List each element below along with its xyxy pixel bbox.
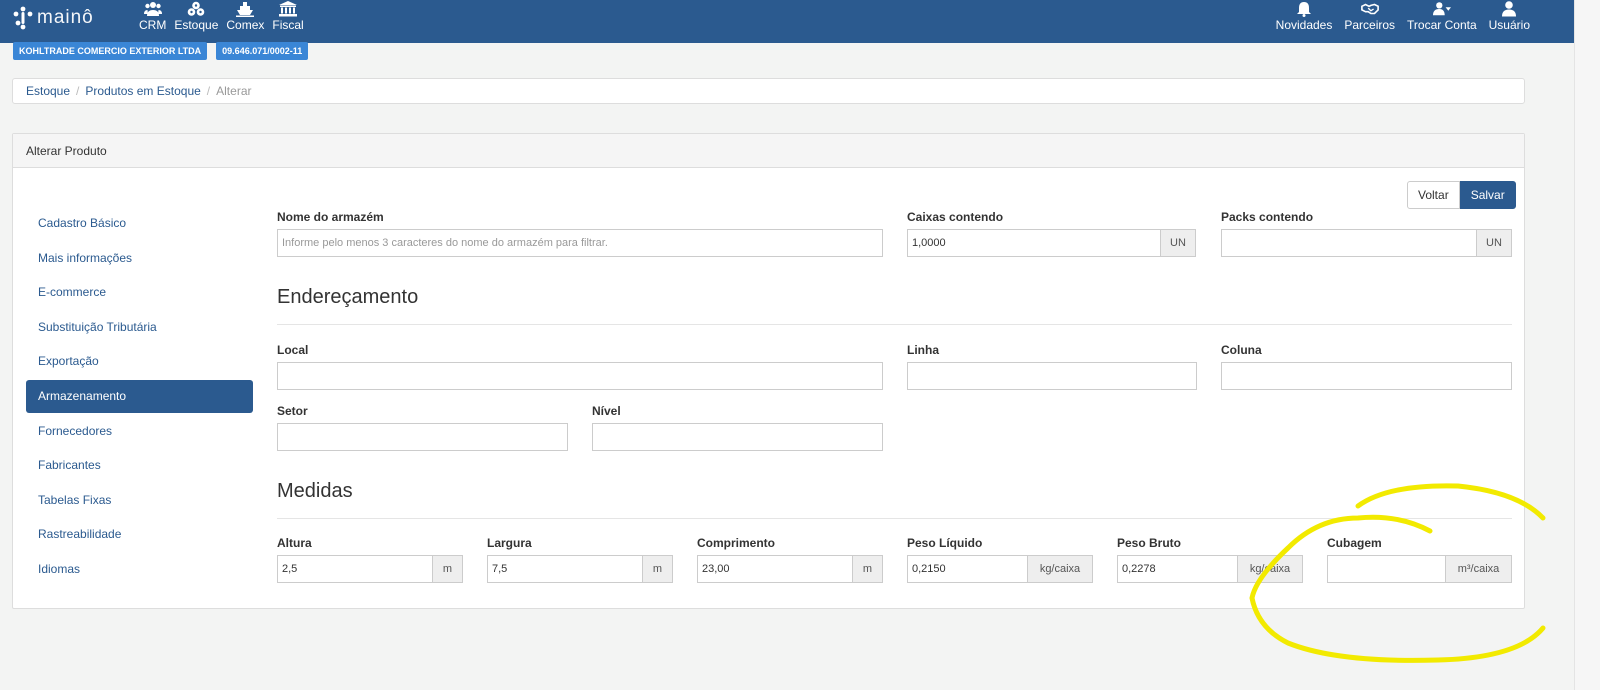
company-badges: KOHLTRADE COMERCIO EXTERIOR LTDA 09.646.… xyxy=(13,42,309,60)
nav-parceiros[interactable]: Parceiros xyxy=(1338,0,1401,43)
sidenav-item-rastreabilidade[interactable]: Rastreabilidade xyxy=(26,517,253,552)
peso-liquido-label: Peso Líquido xyxy=(907,536,983,550)
main-nav: CRM Estoque Comex Fiscal xyxy=(135,0,308,43)
local-label: Local xyxy=(277,343,309,357)
handshake-icon xyxy=(1360,3,1379,15)
breadcrumb: Estoque / Produtos em Estoque / Alterar xyxy=(12,78,1525,104)
breadcrumb-separator: / xyxy=(206,84,211,98)
sidenav-item-tabelas-fixas[interactable]: Tabelas Fixas xyxy=(26,483,253,518)
company-cnpj-badge[interactable]: 09.646.071/0002-11 xyxy=(216,42,309,60)
peso-liquido-unit: kg/caixa xyxy=(1027,555,1093,583)
company-name-badge[interactable]: KOHLTRADE COMERCIO EXTERIOR LTDA xyxy=(13,42,208,60)
sidenav-item-ecommerce[interactable]: E-commerce xyxy=(26,275,253,310)
user-nav: Novidades Parceiros Trocar Conta Usuário xyxy=(1270,0,1536,43)
peso-liquido-input[interactable]: 0,2150 xyxy=(907,555,1028,583)
breadcrumb-estoque[interactable]: Estoque xyxy=(26,84,70,98)
nav-novidades[interactable]: Novidades xyxy=(1270,0,1339,43)
section-divider xyxy=(277,518,1512,519)
panel-title: Alterar Produto xyxy=(13,134,1524,168)
bell-icon xyxy=(1297,2,1311,17)
linha-input[interactable] xyxy=(907,362,1197,390)
medidas-title: Medidas xyxy=(277,480,353,502)
sidenav-item-fabricantes[interactable]: Fabricantes xyxy=(26,448,253,483)
altura-label: Altura xyxy=(277,536,312,550)
bank-icon xyxy=(279,1,298,17)
nivel-label: Nível xyxy=(592,404,621,418)
sidenav-item-cadastro-basico[interactable]: Cadastro Básico xyxy=(26,206,253,241)
altura-input[interactable]: 2,5 xyxy=(277,555,433,583)
section-divider xyxy=(277,324,1512,325)
local-input[interactable] xyxy=(277,362,883,390)
setor-input[interactable] xyxy=(277,423,568,451)
breadcrumb-separator: / xyxy=(76,84,80,98)
caixas-unit: UN xyxy=(1160,229,1196,257)
largura-unit: m xyxy=(642,555,673,583)
brand-name: mainô xyxy=(37,7,94,28)
user-icon xyxy=(1502,1,1517,17)
user-switch-icon xyxy=(1432,2,1451,16)
product-panel: Alterar Produto Cadastro Básico Mais inf… xyxy=(12,133,1525,609)
coluna-input[interactable] xyxy=(1221,362,1512,390)
brand-logo[interactable]: mainô xyxy=(12,6,94,30)
sidenav-item-mais-informacoes[interactable]: Mais informações xyxy=(26,241,253,276)
packs-label: Packs contendo xyxy=(1221,210,1314,224)
packs-unit: UN xyxy=(1476,229,1512,257)
nav-usuario[interactable]: Usuário xyxy=(1483,0,1536,43)
cubagem-input[interactable] xyxy=(1327,555,1446,583)
peso-bruto-unit: kg/caixa xyxy=(1237,555,1303,583)
ship-icon xyxy=(236,2,255,17)
nav-crm[interactable]: CRM xyxy=(135,0,170,43)
linha-label: Linha xyxy=(907,343,939,357)
sidenav-item-substituicao-tributaria[interactable]: Substituição Tributária xyxy=(26,310,253,345)
cubagem-label: Cubagem xyxy=(1327,536,1382,550)
caixas-label: Caixas contendo xyxy=(907,210,1004,224)
breadcrumb-produtos[interactable]: Produtos em Estoque xyxy=(85,84,200,98)
nivel-input[interactable] xyxy=(592,423,883,451)
altura-unit: m xyxy=(432,555,463,583)
sidenav-item-idiomas[interactable]: Idiomas xyxy=(26,552,253,587)
nav-trocar-conta[interactable]: Trocar Conta xyxy=(1401,0,1483,43)
cubagem-unit: m³/caixa xyxy=(1445,555,1512,583)
enderecamento-title: Endereçamento xyxy=(277,286,419,308)
back-button[interactable]: Voltar xyxy=(1407,181,1460,209)
sidenav-item-exportacao[interactable]: Exportação xyxy=(26,344,253,379)
nav-fiscal[interactable]: Fiscal xyxy=(268,0,307,43)
boxes-icon xyxy=(188,1,205,16)
largura-label: Largura xyxy=(487,536,532,550)
sidenav-item-fornecedores[interactable]: Fornecedores xyxy=(26,414,253,449)
form-actions: Voltar Salvar xyxy=(1407,181,1516,209)
setor-label: Setor xyxy=(277,404,308,418)
breadcrumb-current: Alterar xyxy=(216,84,252,98)
comprimento-input[interactable]: 23,00 xyxy=(697,555,853,583)
nav-comex[interactable]: Comex xyxy=(222,0,268,43)
sidenav-item-armazenamento[interactable]: Armazenamento xyxy=(26,379,253,413)
largura-input[interactable]: 7,5 xyxy=(487,555,643,583)
comprimento-label: Comprimento xyxy=(697,536,775,550)
product-sidenav: Cadastro Básico Mais informações E-comme… xyxy=(26,206,253,586)
caixas-input[interactable]: 1,0000 xyxy=(907,229,1161,257)
users-icon xyxy=(143,2,162,16)
save-button[interactable]: Salvar xyxy=(1459,181,1516,209)
top-navbar: mainô CRM Estoque Comex Fiscal Novidades… xyxy=(0,0,1574,43)
mainô-logo-icon xyxy=(13,6,33,30)
comprimento-unit: m xyxy=(852,555,883,583)
peso-bruto-label: Peso Bruto xyxy=(1117,536,1182,550)
page-scrollbar[interactable] xyxy=(1574,0,1600,690)
armazem-input[interactable]: Informe pelo menos 3 caracteres do nome … xyxy=(277,229,883,257)
coluna-label: Coluna xyxy=(1221,343,1262,357)
nav-estoque[interactable]: Estoque xyxy=(170,0,222,43)
packs-input[interactable] xyxy=(1221,229,1477,257)
armazem-label: Nome do armazém xyxy=(277,210,384,224)
peso-bruto-input[interactable]: 0,2278 xyxy=(1117,555,1238,583)
